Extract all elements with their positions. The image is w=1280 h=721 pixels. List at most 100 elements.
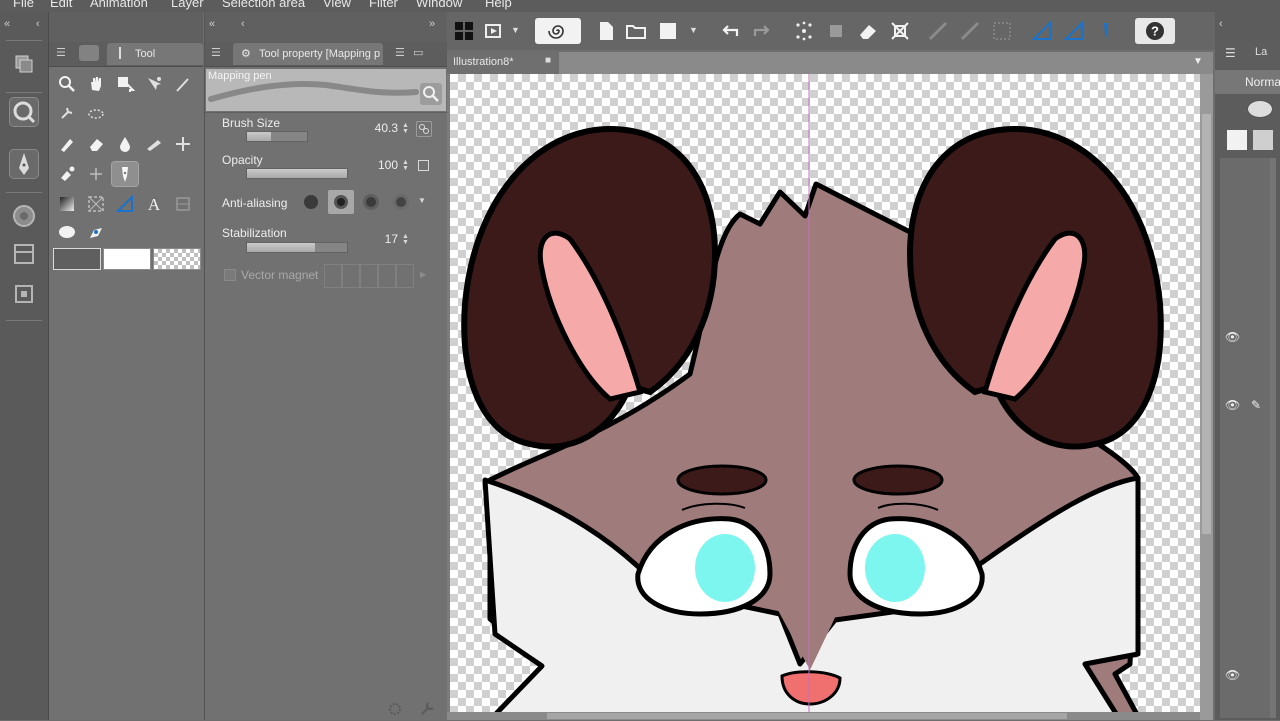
layer-visibility-eye-icon[interactable]: 👁 <box>1225 330 1240 344</box>
opacity-knob[interactable] <box>1247 100 1273 118</box>
brush-size-spinner[interactable]: ▲ ▼ <box>402 122 409 135</box>
vertical-scrollbar[interactable] <box>1200 74 1213 720</box>
opacity-value[interactable]: 100 <box>358 158 398 172</box>
anti-aliasing-none[interactable] <box>298 190 324 214</box>
sparkle-icon[interactable] <box>791 18 817 44</box>
canvas-area[interactable] <box>447 74 1213 720</box>
transparent-color-swatch[interactable] <box>153 248 201 270</box>
gradient-icon[interactable] <box>54 192 80 216</box>
vector-magnet-expand-icon[interactable]: ▶ <box>420 270 426 279</box>
redo-icon[interactable] <box>749 18 775 44</box>
menu-window[interactable]: Window <box>416 0 462 10</box>
panel-menu-icon[interactable]: ☰ <box>211 42 221 64</box>
selection-icon[interactable] <box>83 102 109 126</box>
brush-icon[interactable] <box>54 162 80 186</box>
vector-magnet-checkbox[interactable] <box>224 269 236 281</box>
color-wheel-icon[interactable] <box>10 202 38 230</box>
panel-options-icon[interactable]: ▭ <box>413 42 423 64</box>
open-file-icon[interactable] <box>623 18 649 44</box>
menu-file[interactable]: File <box>13 0 34 10</box>
brush-size-slider[interactable] <box>246 131 308 142</box>
anti-aliasing-medium[interactable] <box>358 190 384 214</box>
layer-list-scrollbar[interactable] <box>1270 158 1276 718</box>
anti-aliasing-weak[interactable] <box>328 190 354 214</box>
frame-icon[interactable] <box>170 192 196 216</box>
vector-magnet-option-4[interactable] <box>378 264 396 288</box>
expand-icon[interactable]: ‹ <box>241 18 245 30</box>
tab-list-dropdown-icon[interactable]: ▼ <box>1193 56 1203 67</box>
airbrush-icon[interactable] <box>83 162 109 186</box>
collapse-right-panel-icon[interactable]: ‹ <box>1219 18 1223 30</box>
move-layer-icon[interactable] <box>112 72 138 96</box>
vector-magnet-option-3[interactable] <box>360 264 378 288</box>
lasso-icon[interactable] <box>54 102 80 126</box>
animation-icon[interactable] <box>481 18 507 44</box>
brush-size-value[interactable]: 40.3 <box>358 121 398 135</box>
opacity-options-icon[interactable] <box>418 160 429 171</box>
tab-tool-property[interactable]: Tool property [Mapping p <box>233 43 383 65</box>
expand-left-icon[interactable]: ‹ <box>36 18 40 30</box>
menu-selection-area[interactable]: Selection area <box>222 0 305 10</box>
tool-tab-icon[interactable] <box>79 45 99 61</box>
magnifier-icon[interactable] <box>9 97 39 127</box>
snap-icon[interactable] <box>957 18 983 44</box>
sub-color-swatch[interactable] <box>103 248 151 270</box>
menu-animation[interactable]: Animation <box>90 0 148 10</box>
horizontal-scroll-thumb[interactable] <box>547 713 1067 719</box>
opacity-slider[interactable] <box>246 168 348 179</box>
tab-tool[interactable]: Tool <box>107 43 203 65</box>
ruler-snap-icon[interactable] <box>1061 18 1087 44</box>
vector-magnet-option-5[interactable] <box>396 264 414 288</box>
fit-icon[interactable] <box>887 18 913 44</box>
new-vector-layer-icon[interactable] <box>1253 130 1273 150</box>
grid-icon[interactable] <box>451 18 477 44</box>
color-swatch-icon[interactable] <box>655 18 681 44</box>
animation-dropdown-icon[interactable]: ▼ <box>511 25 520 35</box>
pen-tool-icon[interactable] <box>54 132 80 156</box>
spiral-icon[interactable] <box>535 18 581 44</box>
close-tab-icon[interactable]: ■ <box>545 55 551 66</box>
color-dropdown-icon[interactable]: ▼ <box>689 25 698 35</box>
correct-line-icon[interactable] <box>83 220 109 244</box>
navigator-icon[interactable] <box>10 280 38 308</box>
vector-magnet-option-1[interactable] <box>324 264 342 288</box>
new-file-icon[interactable] <box>593 18 619 44</box>
blend-icon[interactable] <box>170 132 196 156</box>
mapping-pen-icon[interactable] <box>111 161 139 187</box>
decoration-icon[interactable] <box>141 132 167 156</box>
figure-icon[interactable] <box>83 192 109 216</box>
eyedropper-icon[interactable] <box>170 72 196 96</box>
menu-edit[interactable]: Edit <box>50 0 72 10</box>
menu-help[interactable]: Help <box>485 0 512 10</box>
opacity-spinner[interactable]: ▲ ▼ <box>402 159 409 172</box>
eraser-icon[interactable] <box>83 132 109 156</box>
stabilization-slider[interactable] <box>246 242 348 253</box>
ruler-tool-icon[interactable] <box>112 192 138 216</box>
collapse-icon[interactable]: « <box>209 18 215 30</box>
fill-icon[interactable] <box>112 132 138 156</box>
anti-aliasing-strong[interactable] <box>388 190 414 214</box>
anti-aliasing-dropdown-icon[interactable]: ▼ <box>418 196 426 205</box>
stabilization-spinner[interactable]: ▲ ▼ <box>402 233 409 246</box>
menu-filter[interactable]: Filter <box>369 0 398 10</box>
menu-view[interactable]: View <box>323 0 351 10</box>
vector-magnet-option-2[interactable] <box>342 264 360 288</box>
undo-icon[interactable] <box>717 18 743 44</box>
brush-size-pressure-icon[interactable] <box>416 121 432 137</box>
layer-icon[interactable] <box>10 50 38 78</box>
new-layer-icon[interactable] <box>1227 130 1247 150</box>
document-tab[interactable]: Illustration8* ■ <box>447 52 559 74</box>
pen-snap-icon[interactable] <box>1029 18 1055 44</box>
panel-menu-icon[interactable]: ☰ <box>56 42 66 64</box>
balloon-icon[interactable] <box>54 220 80 244</box>
layer-visibility-eye-icon[interactable]: 👁 <box>1225 668 1240 682</box>
grid-snap-icon[interactable] <box>989 18 1015 44</box>
object-selection-icon[interactable] <box>141 72 167 96</box>
stabilization-value[interactable]: 17 <box>358 232 398 246</box>
property-settings-icon[interactable] <box>386 700 404 718</box>
horizontal-scrollbar[interactable] <box>447 712 1200 720</box>
property-wrench-icon[interactable] <box>418 700 436 718</box>
blend-mode-select[interactable]: Norma <box>1215 70 1280 94</box>
collapse-right-icon[interactable]: » <box>429 18 435 30</box>
main-color-swatch[interactable] <box>53 248 101 270</box>
